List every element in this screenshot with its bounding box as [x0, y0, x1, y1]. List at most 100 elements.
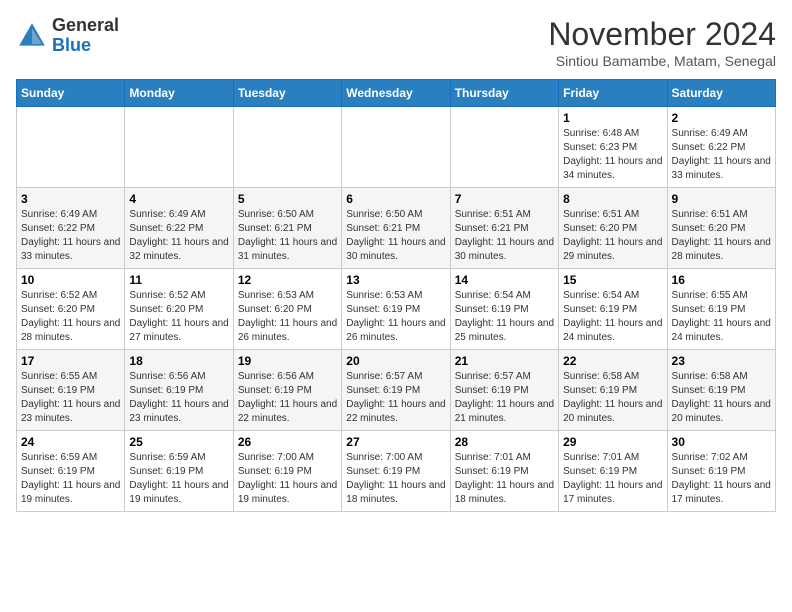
day-info: Sunrise: 6:49 AM Sunset: 6:22 PM Dayligh… — [129, 208, 228, 264]
day-number: 18 — [129, 354, 228, 368]
day-number: 10 — [21, 273, 120, 287]
day-info: Sunrise: 6:59 AM Sunset: 6:19 PM Dayligh… — [129, 451, 228, 507]
day-number: 25 — [129, 435, 228, 449]
day-cell: 17 Sunrise: 6:55 AM Sunset: 6:19 PM Dayli… — [17, 350, 125, 431]
weekday-header-wednesday: Wednesday — [342, 80, 450, 107]
day-info: Sunrise: 6:54 AM Sunset: 6:19 PM Dayligh… — [455, 289, 554, 345]
weekday-header-tuesday: Tuesday — [233, 80, 341, 107]
day-number: 19 — [238, 354, 337, 368]
day-info: Sunrise: 6:55 AM Sunset: 6:19 PM Dayligh… — [21, 370, 120, 426]
day-info: Sunrise: 7:01 AM Sunset: 6:19 PM Dayligh… — [563, 451, 662, 507]
day-cell: 1Sunrise: 6:48 AM Sunset: 6:23 PM Daylig… — [559, 107, 667, 188]
day-cell — [125, 107, 233, 188]
day-cell: 3 Sunrise: 6:49 AM Sunset: 6:22 PM Daylig… — [17, 188, 125, 269]
week-row-5: 24 Sunrise: 6:59 AM Sunset: 6:19 PM Dayli… — [17, 431, 776, 512]
day-number: 23 — [672, 354, 771, 368]
week-row-4: 17 Sunrise: 6:55 AM Sunset: 6:19 PM Dayli… — [17, 350, 776, 431]
day-info: Sunrise: 6:51 AM Sunset: 6:20 PM Dayligh… — [672, 208, 771, 264]
day-cell: 15 Sunrise: 6:54 AM Sunset: 6:19 PM Dayli… — [559, 269, 667, 350]
location: Sintiou Bamambe, Matam, Senegal — [548, 53, 776, 69]
day-info: Sunrise: 6:55 AM Sunset: 6:19 PM Dayligh… — [672, 289, 771, 345]
logo-text: General Blue — [52, 16, 119, 56]
day-number: 2 — [672, 111, 771, 125]
day-number: 26 — [238, 435, 337, 449]
month-title: November 2024 — [548, 16, 776, 53]
day-info: Sunrise: 6:56 AM Sunset: 6:19 PM Dayligh… — [238, 370, 337, 426]
day-info: Sunrise: 7:01 AM Sunset: 6:19 PM Dayligh… — [455, 451, 554, 507]
day-info: Sunrise: 6:52 AM Sunset: 6:20 PM Dayligh… — [129, 289, 228, 345]
day-number: 21 — [455, 354, 554, 368]
day-number: 28 — [455, 435, 554, 449]
logo: General Blue — [16, 16, 119, 56]
day-info: Sunrise: 6:53 AM Sunset: 6:19 PM Dayligh… — [346, 289, 445, 345]
day-info: Sunrise: 6:57 AM Sunset: 6:19 PM Dayligh… — [346, 370, 445, 426]
day-number: 16 — [672, 273, 771, 287]
day-cell: 19 Sunrise: 6:56 AM Sunset: 6:19 PM Dayli… — [233, 350, 341, 431]
weekday-header-monday: Monday — [125, 80, 233, 107]
day-info: Sunrise: 6:51 AM Sunset: 6:20 PM Dayligh… — [563, 208, 662, 264]
day-cell: 8 Sunrise: 6:51 AM Sunset: 6:20 PM Daylig… — [559, 188, 667, 269]
day-info: Sunrise: 7:02 AM Sunset: 6:19 PM Dayligh… — [672, 451, 771, 507]
day-cell: 13 Sunrise: 6:53 AM Sunset: 6:19 PM Dayli… — [342, 269, 450, 350]
day-info: Sunrise: 6:51 AM Sunset: 6:21 PM Dayligh… — [455, 208, 554, 264]
day-cell: 7 Sunrise: 6:51 AM Sunset: 6:21 PM Daylig… — [450, 188, 558, 269]
day-number: 29 — [563, 435, 662, 449]
weekday-header-saturday: Saturday — [667, 80, 775, 107]
logo-icon — [16, 20, 48, 52]
day-info: Sunrise: 6:50 AM Sunset: 6:21 PM Dayligh… — [238, 208, 337, 264]
calendar-table: SundayMondayTuesdayWednesdayThursdayFrid… — [16, 79, 776, 512]
week-row-3: 10 Sunrise: 6:52 AM Sunset: 6:20 PM Dayli… — [17, 269, 776, 350]
day-cell: 4 Sunrise: 6:49 AM Sunset: 6:22 PM Daylig… — [125, 188, 233, 269]
day-cell: 16 Sunrise: 6:55 AM Sunset: 6:19 PM Dayli… — [667, 269, 775, 350]
day-info: Sunrise: 6:58 AM Sunset: 6:19 PM Dayligh… — [672, 370, 771, 426]
day-cell: 26 Sunrise: 7:00 AM Sunset: 6:19 PM Dayli… — [233, 431, 341, 512]
day-cell — [342, 107, 450, 188]
day-info: Sunrise: 6:52 AM Sunset: 6:20 PM Dayligh… — [21, 289, 120, 345]
day-number: 13 — [346, 273, 445, 287]
day-number: 24 — [21, 435, 120, 449]
weekday-header-sunday: Sunday — [17, 80, 125, 107]
day-cell: 9 Sunrise: 6:51 AM Sunset: 6:20 PM Daylig… — [667, 188, 775, 269]
day-info: Sunrise: 6:57 AM Sunset: 6:19 PM Dayligh… — [455, 370, 554, 426]
day-cell: 29 Sunrise: 7:01 AM Sunset: 6:19 PM Dayli… — [559, 431, 667, 512]
day-cell: 14Sunrise: 6:54 AM Sunset: 6:19 PM Dayli… — [450, 269, 558, 350]
day-cell: 10 Sunrise: 6:52 AM Sunset: 6:20 PM Dayli… — [17, 269, 125, 350]
day-number: 8 — [563, 192, 662, 206]
week-row-2: 3 Sunrise: 6:49 AM Sunset: 6:22 PM Daylig… — [17, 188, 776, 269]
day-cell: 23 Sunrise: 6:58 AM Sunset: 6:19 PM Dayli… — [667, 350, 775, 431]
day-info: Sunrise: 6:54 AM Sunset: 6:19 PM Dayligh… — [563, 289, 662, 345]
day-number: 9 — [672, 192, 771, 206]
day-cell: 12Sunrise: 6:53 AM Sunset: 6:20 PM Dayli… — [233, 269, 341, 350]
day-info: Sunrise: 6:56 AM Sunset: 6:19 PM Dayligh… — [129, 370, 228, 426]
day-cell: 22Sunrise: 6:58 AM Sunset: 6:19 PM Dayli… — [559, 350, 667, 431]
day-cell: 27 Sunrise: 7:00 AM Sunset: 6:19 PM Dayli… — [342, 431, 450, 512]
day-info: Sunrise: 7:00 AM Sunset: 6:19 PM Dayligh… — [346, 451, 445, 507]
day-info: Sunrise: 6:58 AM Sunset: 6:19 PM Dayligh… — [563, 370, 662, 426]
day-info: Sunrise: 6:49 AM Sunset: 6:22 PM Dayligh… — [672, 127, 771, 183]
day-number: 15 — [563, 273, 662, 287]
day-number: 7 — [455, 192, 554, 206]
day-number: 6 — [346, 192, 445, 206]
week-row-1: 1Sunrise: 6:48 AM Sunset: 6:23 PM Daylig… — [17, 107, 776, 188]
day-cell: 20 Sunrise: 6:57 AM Sunset: 6:19 PM Dayli… — [342, 350, 450, 431]
day-number: 1 — [563, 111, 662, 125]
day-cell — [233, 107, 341, 188]
day-number: 30 — [672, 435, 771, 449]
day-cell: 30 Sunrise: 7:02 AM Sunset: 6:19 PM Dayli… — [667, 431, 775, 512]
day-number: 27 — [346, 435, 445, 449]
day-cell: 24 Sunrise: 6:59 AM Sunset: 6:19 PM Dayli… — [17, 431, 125, 512]
day-info: Sunrise: 6:59 AM Sunset: 6:19 PM Dayligh… — [21, 451, 120, 507]
day-cell: 28 Sunrise: 7:01 AM Sunset: 6:19 PM Dayli… — [450, 431, 558, 512]
day-info: Sunrise: 6:49 AM Sunset: 6:22 PM Dayligh… — [21, 208, 120, 264]
day-number: 20 — [346, 354, 445, 368]
day-cell: 25 Sunrise: 6:59 AM Sunset: 6:19 PM Dayli… — [125, 431, 233, 512]
day-cell: 5Sunrise: 6:50 AM Sunset: 6:21 PM Daylig… — [233, 188, 341, 269]
day-cell: 2 Sunrise: 6:49 AM Sunset: 6:22 PM Daylig… — [667, 107, 775, 188]
day-number: 17 — [21, 354, 120, 368]
day-cell: 21 Sunrise: 6:57 AM Sunset: 6:19 PM Dayli… — [450, 350, 558, 431]
weekday-header-friday: Friday — [559, 80, 667, 107]
day-number: 4 — [129, 192, 228, 206]
day-info: Sunrise: 7:00 AM Sunset: 6:19 PM Dayligh… — [238, 451, 337, 507]
day-number: 12 — [238, 273, 337, 287]
day-number: 3 — [21, 192, 120, 206]
